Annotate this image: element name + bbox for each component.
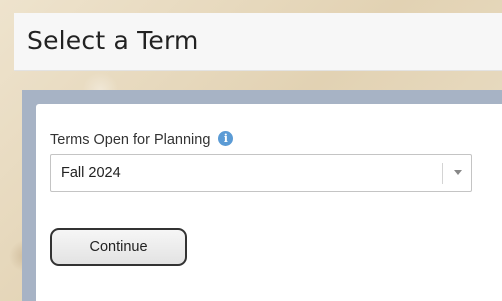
continue-button[interactable]: Continue [50, 228, 187, 266]
term-select[interactable]: Fall 2024 [50, 154, 472, 192]
term-selection-panel: Terms Open for Planning i Fall 2024 Cont… [36, 104, 502, 301]
page-header: Select a Term [14, 13, 502, 71]
term-select-value: Fall 2024 [61, 165, 121, 181]
term-field-label: Terms Open for Planning [50, 132, 211, 148]
term-field-label-row: Terms Open for Planning i [50, 130, 234, 148]
page-title: Select a Term [27, 26, 199, 55]
info-icon[interactable]: i [218, 130, 234, 146]
select-divider [442, 163, 443, 184]
chevron-down-icon[interactable] [454, 170, 462, 175]
